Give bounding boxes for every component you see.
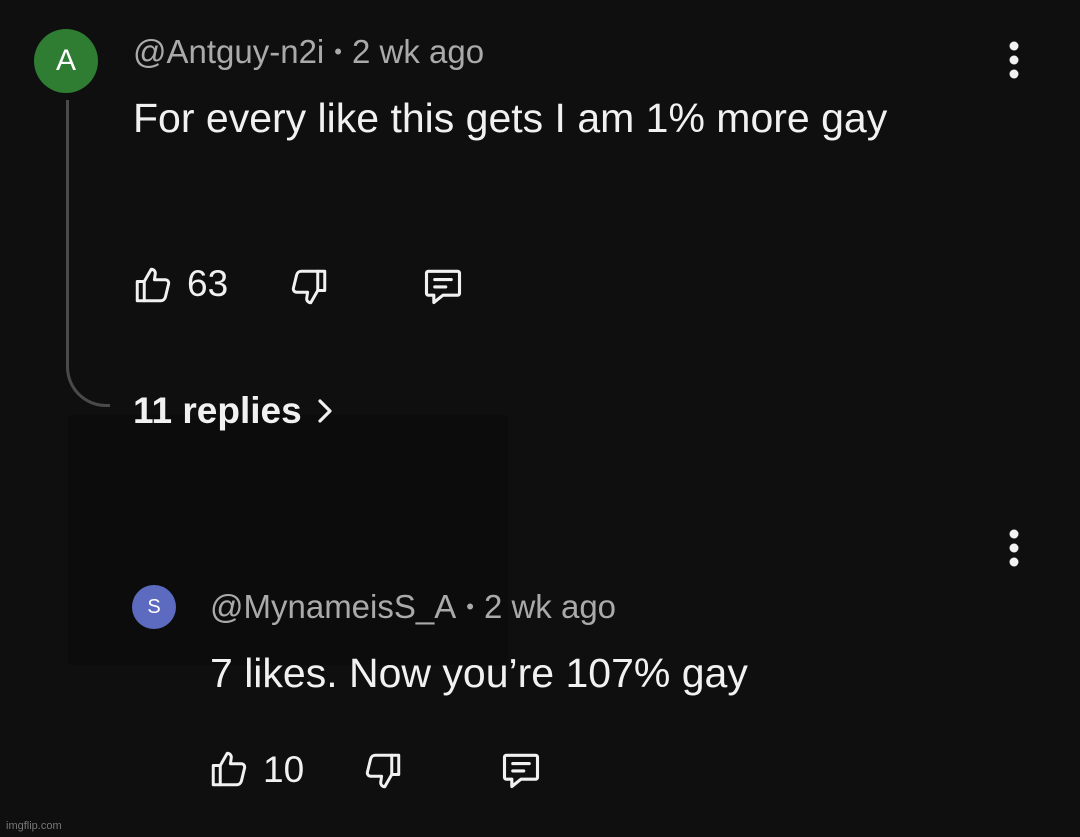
avatar-letter: S — [147, 595, 161, 618]
avatar-letter: A — [55, 44, 76, 77]
thumbs-down-icon[interactable] — [360, 748, 406, 794]
like-count: 10 — [263, 749, 305, 790]
reply-icon[interactable] — [496, 746, 546, 794]
reply-author[interactable]: @MynameisS_A — [210, 588, 456, 625]
comment-text: For every like this gets I am 1% more ga… — [133, 95, 888, 141]
comment-author[interactable]: @Antguy-n2i — [133, 33, 324, 70]
meta-separator: • — [466, 594, 474, 619]
thumbs-down-icon[interactable] — [286, 264, 332, 310]
thread-connector-line — [66, 100, 110, 407]
thumbs-up-icon[interactable] — [206, 746, 252, 792]
avatar[interactable]: S — [132, 585, 176, 629]
reply-icon[interactable] — [418, 262, 468, 310]
more-vert-icon[interactable] — [994, 38, 1034, 82]
reply-time: 2 wk ago — [483, 588, 617, 625]
more-vert-icon[interactable] — [994, 526, 1034, 570]
chevron-right-icon — [316, 397, 334, 425]
thumbs-up-icon[interactable] — [130, 262, 176, 308]
replies-label: 11 replies — [133, 390, 302, 431]
background-shade — [68, 415, 508, 665]
reply-text: 7 likes. Now you’re 107% gay — [210, 650, 748, 696]
avatar[interactable]: A — [34, 29, 98, 93]
meta-separator: • — [334, 39, 342, 64]
view-replies-button[interactable]: 11 replies — [133, 390, 334, 432]
comment-header: @Antguy-n2i • 2 wk ago — [133, 33, 484, 71]
like-count: 63 — [187, 263, 229, 304]
comment-time: 2 wk ago — [351, 33, 485, 70]
reply-header: @MynameisS_A • 2 wk ago — [210, 588, 616, 626]
watermark: imgflip.com — [6, 820, 62, 832]
